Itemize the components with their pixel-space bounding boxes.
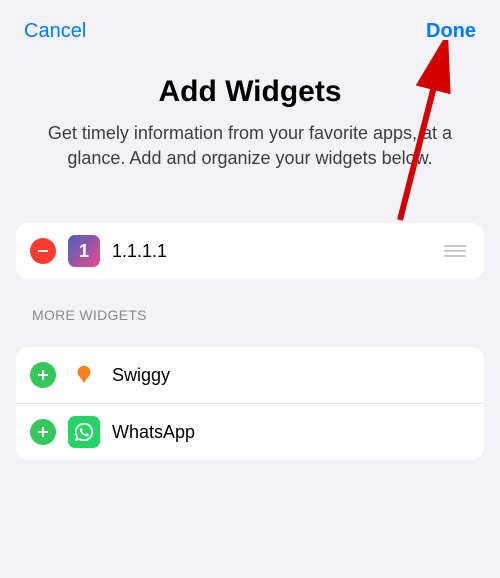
cancel-button[interactable]: Cancel [24, 20, 86, 43]
done-button[interactable]: Done [426, 20, 476, 43]
app-icon-1111: 1 [68, 235, 100, 267]
more-widgets-header: MORE WIDGETS [32, 307, 468, 323]
widget-label: Swiggy [112, 365, 470, 386]
widget-label: WhatsApp [112, 422, 470, 443]
active-widgets-list: 1 1.1.1.1 [16, 223, 484, 279]
drag-handle-icon[interactable] [444, 245, 470, 257]
add-icon[interactable] [30, 362, 56, 388]
remove-icon[interactable] [30, 238, 56, 264]
header: Cancel Done [0, 0, 500, 53]
widget-row[interactable]: 1 1.1.1.1 [16, 223, 484, 279]
title-block: Add Widgets Get timely information from … [0, 53, 500, 199]
more-widgets-list: Swiggy WhatsApp [16, 347, 484, 460]
widget-label: 1.1.1.1 [112, 241, 432, 262]
widget-row[interactable]: Swiggy [16, 347, 484, 403]
widget-row[interactable]: WhatsApp [16, 403, 484, 460]
app-icon-whatsapp [68, 416, 100, 448]
app-icon-swiggy [68, 359, 100, 391]
page-title: Add Widgets [30, 75, 470, 109]
page-subtitle: Get timely information from your favorit… [30, 121, 470, 171]
add-icon[interactable] [30, 419, 56, 445]
